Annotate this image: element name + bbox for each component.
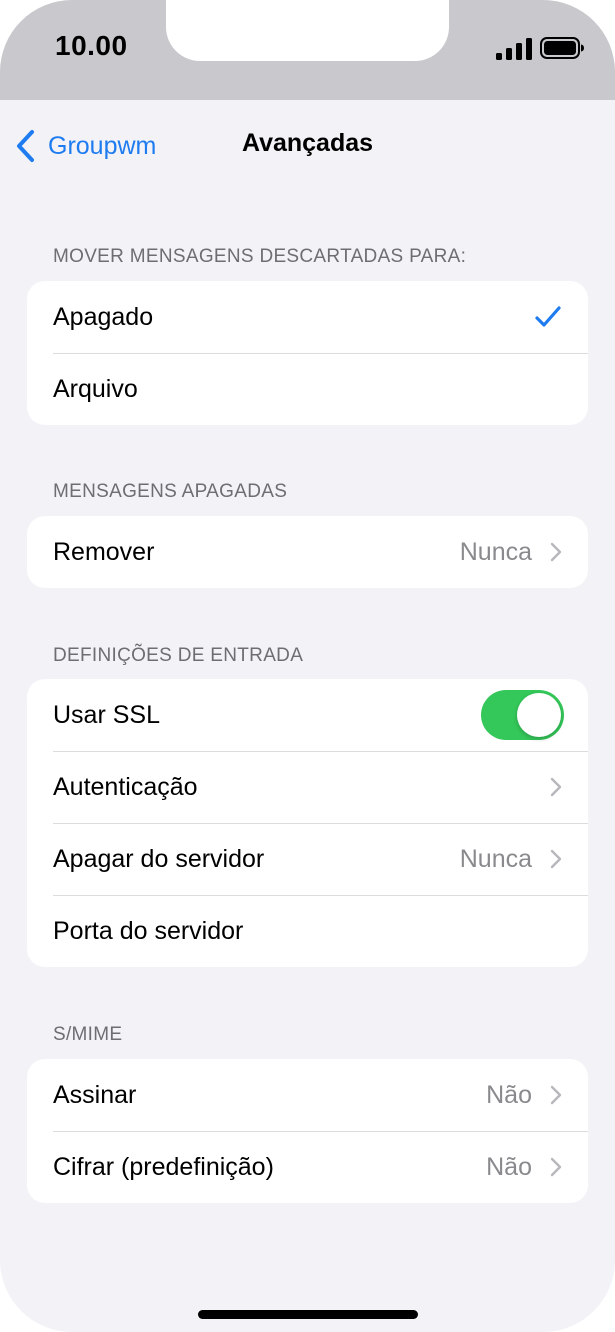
encrypt-label: Cifrar (predefinição) — [53, 1152, 274, 1181]
checkmark-icon — [535, 306, 561, 327]
chevron-right-icon — [550, 1157, 562, 1177]
use-ssl-row: Usar SSL — [27, 679, 588, 751]
use-ssl-label: Usar SSL — [53, 700, 160, 729]
use-ssl-toggle[interactable] — [481, 690, 564, 740]
encrypt-value: Não — [486, 1152, 532, 1181]
sign-value: Não — [486, 1080, 532, 1109]
smime-group: Assinar Não Cifrar (predefinição) Não — [27, 1059, 588, 1203]
option-label: Arquivo — [53, 374, 138, 403]
incoming-settings-group: Usar SSL Autenticação Apagar do servidor… — [27, 679, 588, 967]
home-indicator[interactable] — [198, 1310, 418, 1319]
cellular-signal-icon — [496, 38, 532, 60]
delete-from-server-value: Nunca — [459, 844, 532, 873]
chevron-right-icon — [550, 1085, 562, 1105]
sign-row[interactable]: Assinar Não — [27, 1059, 588, 1131]
chevron-right-icon — [550, 849, 562, 869]
option-apagado[interactable]: Apagado — [27, 281, 588, 353]
phone-screen: 10.00 Groupwm Avançadas MOVER MENSAGENS … — [0, 0, 615, 1332]
toggle-knob — [517, 693, 561, 737]
server-port-label: Porta do servidor — [53, 916, 244, 945]
chevron-right-icon — [550, 542, 562, 562]
section-header-move-discarded: MOVER MENSAGENS DESCARTADAS PARA: — [53, 246, 467, 267]
encrypt-row[interactable]: Cifrar (predefinição) Não — [27, 1131, 588, 1203]
move-discarded-group: Apagado Arquivo — [27, 281, 588, 425]
remove-value: Nunca — [459, 537, 532, 566]
delete-from-server-row[interactable]: Apagar do servidor Nunca — [27, 823, 588, 895]
section-header-deleted-messages: MENSAGENS APAGADAS — [53, 481, 288, 502]
section-header-smime: S/MIME — [53, 1024, 123, 1045]
remove-label: Remover — [53, 537, 155, 566]
notch — [166, 0, 449, 61]
page-title: Avançadas — [241, 129, 374, 157]
status-time: 10.00 — [55, 30, 128, 61]
authentication-row[interactable]: Autenticação — [27, 751, 588, 823]
section-header-incoming-settings: DEFINIÇÕES DE ENTRADA — [53, 645, 304, 666]
remove-row[interactable]: Remover Nunca — [27, 516, 588, 588]
chevron-right-icon — [550, 777, 562, 797]
sign-label: Assinar — [53, 1080, 137, 1109]
deleted-messages-group: Remover Nunca — [27, 516, 588, 588]
delete-from-server-label: Apagar do servidor — [53, 844, 265, 873]
status-bar: 10.00 — [0, 0, 615, 100]
authentication-label: Autenticação — [53, 772, 198, 801]
battery-icon — [540, 37, 584, 59]
server-port-row[interactable]: Porta do servidor — [27, 895, 588, 967]
option-label: Apagado — [53, 302, 154, 331]
option-arquivo[interactable]: Arquivo — [27, 353, 588, 425]
